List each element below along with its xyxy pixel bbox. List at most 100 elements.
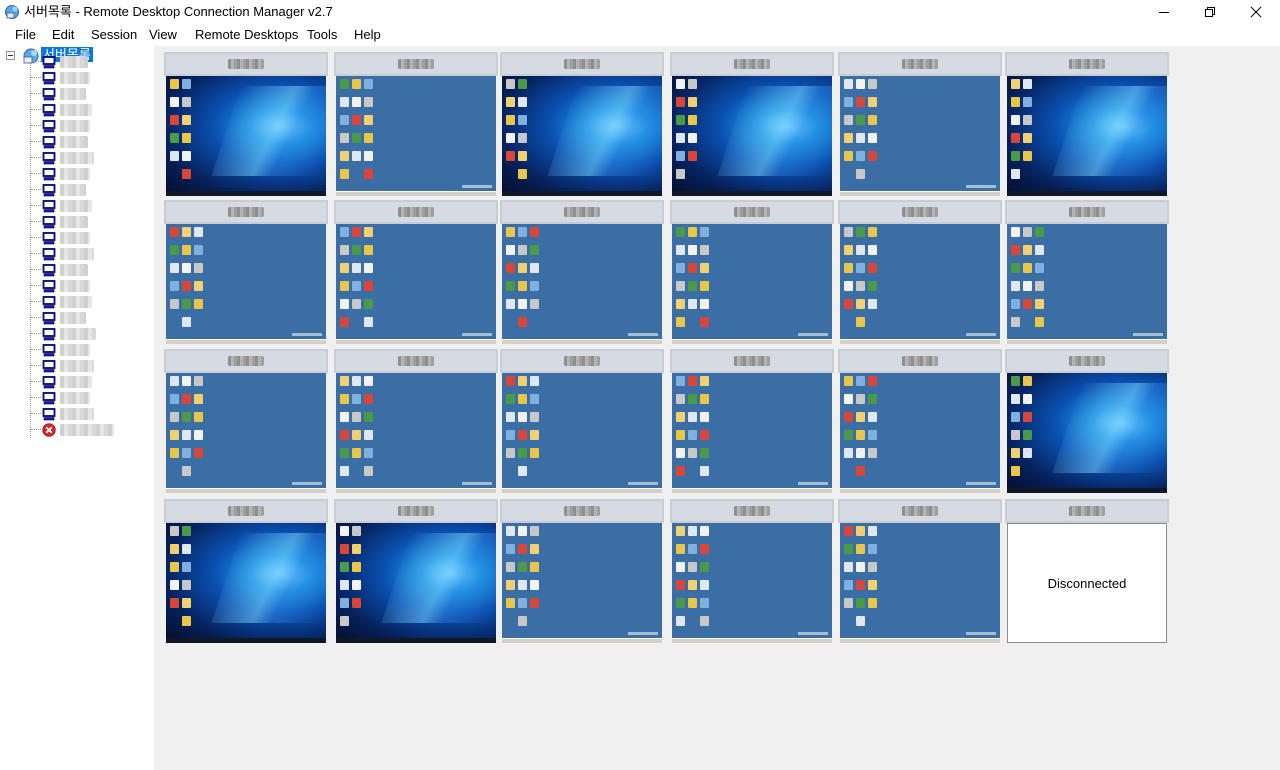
menu-help[interactable]: Help <box>352 27 383 43</box>
thumbnail-header[interactable] <box>670 349 834 373</box>
thumbnail-header[interactable] <box>838 52 1002 76</box>
thumbnail-header[interactable] <box>164 349 328 373</box>
remote-desktop-screen[interactable] <box>502 373 662 493</box>
server-thumbnail[interactable] <box>838 499 1002 643</box>
tree-node-server[interactable] <box>30 262 140 278</box>
server-thumbnail[interactable] <box>838 52 1002 196</box>
server-thumbnail[interactable] <box>164 200 328 344</box>
tree-node-server[interactable] <box>30 54 140 70</box>
server-thumbnail[interactable] <box>838 200 1002 344</box>
server-thumbnail[interactable] <box>1005 52 1169 196</box>
thumbnail-header[interactable] <box>334 349 498 373</box>
server-thumbnail[interactable] <box>164 499 328 643</box>
server-thumbnail[interactable] <box>500 499 664 643</box>
server-thumbnail[interactable] <box>500 349 664 493</box>
tree-node-server[interactable] <box>30 118 140 134</box>
server-thumbnail[interactable] <box>670 349 834 493</box>
server-thumbnail[interactable] <box>334 52 498 196</box>
tree-node-server[interactable] <box>30 310 140 326</box>
tree-node-server[interactable] <box>30 70 140 86</box>
server-tree[interactable]: 서버목록 <box>0 46 154 770</box>
remote-desktop-screen[interactable] <box>840 224 1000 344</box>
server-thumbnail[interactable] <box>1005 349 1169 493</box>
tree-node-server[interactable] <box>30 406 140 422</box>
tree-node-server[interactable] <box>30 86 140 102</box>
remote-desktop-screen[interactable] <box>672 523 832 643</box>
remote-desktop-screen[interactable] <box>336 523 496 643</box>
disconnected-screen[interactable]: Disconnected <box>1007 523 1167 643</box>
collapse-toggle[interactable] <box>6 51 15 60</box>
remote-desktop-screen[interactable] <box>502 224 662 344</box>
menu-file[interactable]: File <box>13 27 38 43</box>
remote-desktop-screen[interactable] <box>336 76 496 196</box>
tree-node-server[interactable] <box>30 150 140 166</box>
tree-node-server[interactable] <box>30 326 140 342</box>
remote-desktop-screen[interactable] <box>336 373 496 493</box>
tree-node-server[interactable] <box>30 294 140 310</box>
tree-node-server[interactable] <box>30 358 140 374</box>
server-thumbnail[interactable]: Disconnected <box>1005 499 1169 643</box>
tree-node-server[interactable] <box>30 246 140 262</box>
thumbnail-header[interactable] <box>670 52 834 76</box>
remote-desktop-screen[interactable] <box>502 76 662 196</box>
remote-desktop-screen[interactable] <box>840 76 1000 196</box>
menu-view[interactable]: View <box>147 27 179 43</box>
tree-node-server[interactable] <box>30 278 140 294</box>
minimize-button[interactable] <box>1141 0 1187 24</box>
tree-node-server[interactable] <box>30 166 140 182</box>
thumbnail-header[interactable] <box>500 499 664 523</box>
tree-node-server[interactable] <box>30 134 140 150</box>
server-thumbnail[interactable] <box>670 499 834 643</box>
tree-node-server[interactable] <box>30 230 140 246</box>
remote-desktop-screen[interactable] <box>336 224 496 344</box>
server-thumbnail[interactable] <box>670 200 834 344</box>
server-thumbnail[interactable] <box>164 52 328 196</box>
server-thumbnail[interactable] <box>500 200 664 344</box>
remote-desktop-screen[interactable] <box>672 224 832 344</box>
server-thumbnail[interactable] <box>500 52 664 196</box>
menu-tools[interactable]: Tools <box>305 27 339 43</box>
server-thumbnail[interactable] <box>838 349 1002 493</box>
remote-desktop-screen[interactable] <box>672 76 832 196</box>
remote-desktop-screen[interactable] <box>166 523 326 643</box>
tree-node-server[interactable] <box>30 422 140 438</box>
remote-desktop-screen[interactable] <box>840 373 1000 493</box>
thumbnail-header[interactable] <box>670 200 834 224</box>
remote-desktop-screen[interactable] <box>166 224 326 344</box>
tree-node-server[interactable] <box>30 342 140 358</box>
thumbnail-header[interactable] <box>500 200 664 224</box>
tree-node-server[interactable] <box>30 198 140 214</box>
tree-node-server[interactable] <box>30 214 140 230</box>
tree-node-server[interactable] <box>30 182 140 198</box>
menu-session[interactable]: Session <box>89 27 139 43</box>
tree-node-server[interactable] <box>30 374 140 390</box>
thumbnail-header[interactable] <box>500 52 664 76</box>
thumbnail-header[interactable] <box>1005 499 1169 523</box>
server-thumbnail[interactable] <box>164 349 328 493</box>
thumbnail-header[interactable] <box>838 200 1002 224</box>
thumbnail-header[interactable] <box>670 499 834 523</box>
remote-desktop-screen[interactable] <box>1007 76 1167 196</box>
thumbnail-header[interactable] <box>334 499 498 523</box>
remote-desktop-screen[interactable] <box>502 523 662 643</box>
menu-edit[interactable]: Edit <box>50 27 76 43</box>
remote-desktop-screen[interactable] <box>840 523 1000 643</box>
server-thumbnail[interactable] <box>334 499 498 643</box>
server-thumbnail[interactable] <box>1005 200 1169 344</box>
tree-node-server[interactable] <box>30 102 140 118</box>
remote-desktop-screen[interactable] <box>672 373 832 493</box>
thumbnail-header[interactable] <box>164 499 328 523</box>
thumbnail-header[interactable] <box>1005 349 1169 373</box>
thumbnail-header[interactable] <box>164 200 328 224</box>
tree-node-server[interactable] <box>30 390 140 406</box>
server-thumbnail[interactable] <box>670 52 834 196</box>
thumbnail-header[interactable] <box>164 52 328 76</box>
close-button[interactable] <box>1233 0 1279 24</box>
thumbnail-header[interactable] <box>1005 52 1169 76</box>
restore-button[interactable] <box>1187 0 1233 24</box>
thumbnail-header[interactable] <box>1005 200 1169 224</box>
thumbnail-header[interactable] <box>838 499 1002 523</box>
remote-desktop-screen[interactable] <box>1007 224 1167 344</box>
remote-desktop-screen[interactable] <box>166 76 326 196</box>
thumbnail-header[interactable] <box>334 200 498 224</box>
